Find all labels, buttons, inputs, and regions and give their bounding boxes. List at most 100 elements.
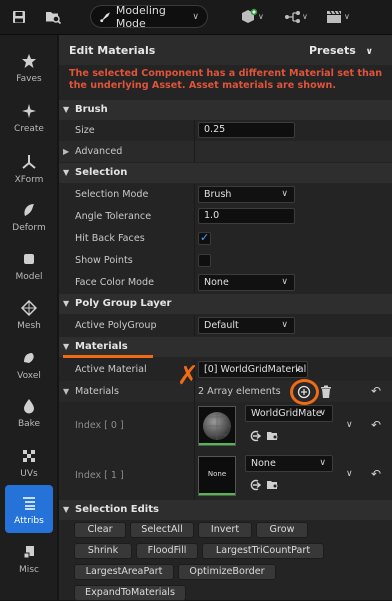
use-selected-icon[interactable] [249, 476, 262, 495]
shrink-button[interactable]: Shrink [74, 543, 132, 559]
collapse-icon: ▼ [63, 105, 70, 114]
row-hit-back-faces: Hit Back Faces ✓ [59, 228, 392, 249]
selection-mode-dropdown[interactable]: Brush ∨ [198, 186, 295, 203]
use-selected-icon[interactable] [249, 427, 262, 446]
sidebar-item-faves[interactable]: Faves [5, 43, 53, 91]
model-icon [24, 254, 34, 264]
material-thumbnail[interactable]: None [198, 456, 236, 496]
panel-header: Edit Materials Presets ∨ [59, 35, 392, 65]
trash-icon[interactable] [320, 384, 332, 403]
chevron-down-icon: ∨ [281, 320, 288, 330]
sidebar-item-misc[interactable]: Misc [5, 534, 53, 582]
section-selection-edits[interactable]: ▼ Selection Edits [59, 500, 392, 520]
face-color-mode-dropdown[interactable]: None ∨ [198, 274, 295, 291]
sidebar-item-xform[interactable]: XForm [5, 144, 53, 192]
sidebar-item-label: Deform [12, 223, 46, 233]
chevron-down-icon: ∨ [281, 189, 288, 199]
add-actor-icon[interactable] [238, 6, 260, 28]
sidebar-item-label: Bake [17, 419, 41, 429]
presets-button[interactable]: Presets ∨ [309, 44, 373, 57]
annotation-circle [290, 379, 319, 405]
invert-button[interactable]: Invert [198, 522, 252, 538]
chevron-down-icon[interactable]: ∨ [344, 12, 350, 21]
material-thumbnail[interactable] [198, 406, 236, 446]
advanced-label: Advanced [75, 146, 123, 157]
optimize-border-button[interactable]: OptimizeBorder [178, 564, 276, 580]
show-points-checkbox[interactable] [198, 254, 211, 267]
chevron-down-icon[interactable]: ∨ [302, 12, 308, 21]
browse-icon[interactable] [42, 6, 64, 28]
cinematics-icon[interactable] [323, 6, 345, 28]
largest-tri-count-part-button[interactable]: LargestTriCountPart [202, 543, 324, 559]
reset-arrow-icon[interactable]: ↶ [371, 467, 381, 481]
active-polygroup-dropdown[interactable]: Default ∨ [198, 317, 295, 334]
sidebar-item-bake[interactable]: Bake [5, 388, 53, 436]
active-polygroup-label: Active PolyGroup [75, 320, 157, 331]
create-icon [22, 104, 36, 118]
reset-arrow-icon[interactable]: ↶ [371, 384, 381, 398]
array-count: 2 Array elements [198, 386, 281, 397]
row-face-color-mode: Face Color Mode None ∨ [59, 272, 392, 293]
selection-mode-label: Selection Mode [75, 189, 149, 200]
sidebar-item-create[interactable]: Create [5, 93, 53, 141]
row-advanced[interactable]: ▶ Advanced [59, 141, 392, 162]
column-divider [194, 315, 195, 336]
clear-button[interactable]: Clear [74, 522, 126, 538]
section-title: Selection [75, 167, 128, 178]
hit-back-faces-checkbox[interactable]: ✓ [198, 231, 211, 245]
browse-folder-icon[interactable] [266, 476, 280, 495]
active-material-dropdown[interactable]: [0] WorldGridMaterial ∨ [198, 361, 308, 378]
index-1-label: Index [ 1 ] [75, 470, 124, 481]
blueprint-icon[interactable] [282, 6, 304, 28]
attributes-icon [23, 497, 35, 510]
panel-title: Edit Materials [69, 44, 156, 57]
chevron-down-icon: ∨ [294, 364, 301, 374]
material-warning: The selected Component has a different M… [69, 68, 383, 91]
section-materials[interactable]: ▼ Materials [59, 337, 392, 357]
chevron-down-icon[interactable]: ∨ [258, 12, 264, 21]
row-selection-mode: Selection Mode Brush ∨ [59, 184, 392, 205]
material-0-dropdown[interactable]: WorldGridMate ∨ [245, 405, 333, 422]
largest-area-part-button[interactable]: LargestAreaPart [74, 564, 174, 580]
reset-arrow-icon[interactable]: ↶ [371, 418, 381, 432]
annotation-underline [63, 355, 153, 358]
browse-folder-icon[interactable] [266, 427, 280, 446]
row-active-polygroup: Active PolyGroup Default ∨ [59, 315, 392, 336]
edit-materials-panel: Edit Materials Presets ∨ The selected Co… [59, 35, 392, 601]
sidebar-item-uvs[interactable]: UVs [5, 438, 53, 486]
grow-button[interactable]: Grow [256, 522, 308, 538]
collapse-icon[interactable]: ▼ [63, 387, 69, 396]
angle-tolerance-input[interactable]: 1.0 [198, 208, 295, 224]
sidebar-item-label: Mesh [17, 321, 41, 331]
chevron-down-icon[interactable]: ∨ [346, 469, 353, 479]
collapse-icon: ▼ [63, 299, 70, 308]
section-brush[interactable]: ▼ Brush [59, 100, 392, 120]
section-polygroup[interactable]: ▼ Poly Group Layer [59, 294, 392, 314]
collapse-icon: ▼ [63, 505, 70, 514]
presets-label: Presets [309, 44, 356, 57]
sidebar-item-attribs[interactable]: Attribs [5, 485, 53, 533]
section-selection[interactable]: ▼ Selection [59, 163, 392, 183]
materials-array-label: Materials [75, 386, 119, 397]
chevron-down-icon[interactable]: ∨ [346, 420, 353, 430]
sidebar-item-label: Create [14, 124, 44, 134]
mode-selector[interactable]: Modeling Mode ∨ [90, 3, 208, 30]
sidebar-item-model[interactable]: Model [5, 241, 53, 289]
material-1-value: None [251, 458, 276, 469]
save-icon[interactable] [8, 6, 30, 28]
mode-label: Modeling Mode [115, 3, 166, 30]
thumbnail-status-bar [199, 493, 235, 495]
annotation-cross-mark: ✗ [177, 361, 199, 391]
size-input[interactable]: 0.25 [198, 122, 295, 138]
expand-to-materials-button[interactable]: ExpandToMaterials [74, 585, 186, 601]
sidebar-item-label: UVs [20, 469, 38, 479]
row-show-points: Show Points [59, 250, 392, 271]
flood-fill-button[interactable]: FloodFill [136, 543, 198, 559]
sidebar-item-deform[interactable]: Deform [5, 192, 53, 240]
select-all-button[interactable]: SelectAll [130, 522, 194, 538]
material-0-value: WorldGridMate [251, 408, 322, 419]
sidebar-item-label: Faves [16, 74, 42, 84]
sidebar-item-mesh[interactable]: Mesh [5, 290, 53, 338]
sidebar-item-voxel[interactable]: Voxel [5, 340, 53, 388]
material-1-dropdown[interactable]: None ∨ [245, 455, 333, 472]
